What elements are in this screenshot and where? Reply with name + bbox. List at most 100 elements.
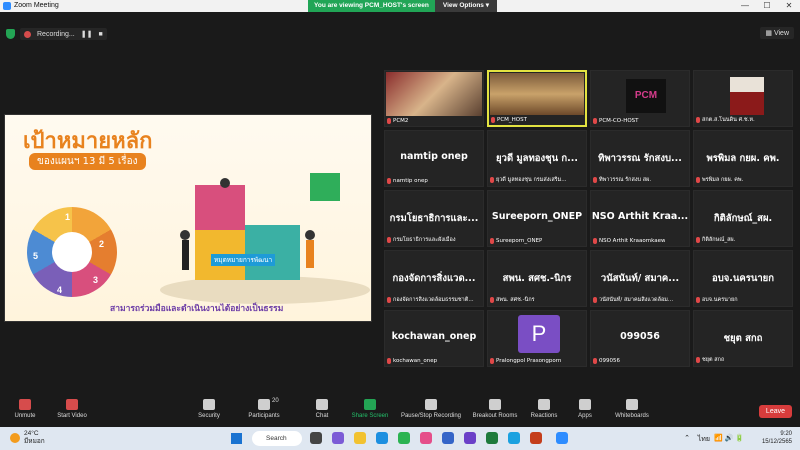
participant-tile[interactable]: PCM PCM-CO-HOST	[590, 70, 690, 127]
teams-icon[interactable]	[332, 432, 344, 444]
maximize-icon[interactable]: ☐	[756, 0, 778, 12]
tray-chevron-icon[interactable]: ⌃	[684, 434, 690, 442]
participant-tile[interactable]: PCM2	[384, 70, 484, 127]
slide-caption: สามารถร่วมมือและดำเนินงานได้อย่างเป็นธรร…	[110, 304, 284, 314]
recording-label: Recording...	[37, 30, 75, 38]
reactions-label: Reactions	[530, 413, 558, 419]
input-language[interactable]: ไทย	[698, 434, 710, 445]
participant-name-label: ยุวดี มูลทองชุน กรมส่งเสริม...	[490, 176, 567, 184]
mic-muted-icon	[387, 237, 391, 243]
participant-name: Pralongpol Prasongporn	[496, 358, 562, 364]
apps-button[interactable]: Apps	[574, 399, 596, 419]
participant-tile[interactable]: ทิพาวรรณ รักสงบ... ทิพาวรรณ รักสงบ สผ.	[590, 130, 690, 187]
participant-tile[interactable]: กองจัดการสิ่งแวด... กองจัดการสิ่งแวดล้อมธ…	[384, 250, 484, 307]
participant-name-label: NSO Arthit Kraaomkaew	[593, 238, 665, 244]
network-volume-icons[interactable]: 📶 🔊 🔋	[714, 434, 744, 442]
participant-display-name: 099056	[620, 331, 660, 342]
participant-tile[interactable]: P Pralongpol Prasongporn	[487, 310, 587, 367]
participant-tile[interactable]: kochawan_onep kochawan_onep	[384, 310, 484, 367]
security-button[interactable]: Security	[194, 399, 224, 419]
apps-icon	[579, 399, 591, 410]
encryption-shield-icon[interactable]	[6, 29, 15, 39]
mic-muted-icon	[593, 297, 597, 303]
pause-recording-button[interactable]: Pause/Stop Recording	[398, 399, 464, 419]
participant-display-name: กองจัดการสิ่งแวด...	[392, 273, 476, 284]
participant-name-label: PCM-CO-HOST	[593, 118, 639, 124]
participant-tile[interactable]: วนัสนันท์/ สมาค... วนัสนันท์/ สมาคมสิ่งแว…	[590, 250, 690, 307]
participant-tile[interactable]: กิติลักษณ์_สผ. กิติลักษณ์_สผ.	[693, 190, 793, 247]
participant-name-label: กองจัดการสิ่งแวดล้อมธรรมชาติ...	[387, 296, 474, 304]
mic-muted-icon	[593, 118, 597, 124]
close-icon[interactable]: ✕	[778, 0, 800, 12]
breakout-rooms-button[interactable]: Breakout Rooms	[470, 399, 520, 419]
participant-name: namtip onep	[393, 178, 428, 184]
stop-recording-icon[interactable]: ■	[98, 31, 102, 38]
participant-display-name: อบจ.นครนายก	[711, 273, 774, 284]
participant-display-name: กิติลักษณ์_สผ.	[713, 213, 773, 224]
app-icon[interactable]	[420, 432, 432, 444]
whiteboards-button[interactable]: Whiteboards	[612, 399, 652, 419]
share-screen-button[interactable]: Share Screen	[350, 399, 390, 419]
mic-muted-icon	[696, 237, 700, 243]
file-explorer-icon[interactable]	[354, 432, 366, 444]
participant-tile[interactable]: ยุวดี มูลทองชุน ก... ยุวดี มูลทองชุน กรมส…	[487, 130, 587, 187]
participant-name-label: namtip onep	[387, 178, 428, 184]
view-options-button[interactable]: View Options ▾	[434, 0, 497, 12]
leave-button[interactable]: Leave	[758, 405, 792, 418]
participant-tile[interactable]: ชยุต สกถ ชยุต สกถ	[693, 310, 793, 367]
participant-name: วนัสนันท์/ สมาคมสิ่งแวดล้อม...	[599, 297, 674, 303]
app-icon[interactable]	[464, 432, 476, 444]
reactions-button[interactable]: Reactions	[528, 399, 560, 419]
mic-muted-icon	[593, 358, 597, 364]
view-button[interactable]: ▦ View	[760, 27, 794, 39]
participant-name-label: Sureeporn_ONEP	[490, 238, 542, 244]
participant-tile[interactable]: NSO Arthit Kraa... NSO Arthit Kraaomkaew	[590, 190, 690, 247]
task-view-icon[interactable]	[310, 432, 322, 444]
participant-name-label: สกต.ส.โนนดิน ศ.ช.ห.	[696, 116, 755, 124]
viewing-banner: You are viewing PCM_HOST's screen View O…	[308, 0, 497, 12]
apps-label: Apps	[578, 413, 592, 419]
weather-text: มีหมอก	[24, 438, 45, 445]
participant-tile[interactable]: namtip onep namtip onep	[384, 130, 484, 187]
participant-tile[interactable]: พรพิมล กยผ. คพ. พรพิมล กยผ. คพ.	[693, 130, 793, 187]
participant-tile[interactable]: สกต.ส.โนนดิน ศ.ช.ห.	[693, 70, 793, 127]
chrome-icon[interactable]	[398, 432, 410, 444]
start-video-button[interactable]: Start Video	[52, 399, 92, 419]
participant-name: ทิพาวรรณ รักสงบ สผ.	[599, 177, 652, 183]
app-icon[interactable]	[508, 432, 520, 444]
pause-recording-icon[interactable]: ❚❚	[81, 30, 93, 38]
excel-icon[interactable]	[486, 432, 498, 444]
zoom-taskbar-icon[interactable]	[556, 432, 568, 444]
participant-tile[interactable]: Sureeporn_ONEP Sureeporn_ONEP	[487, 190, 587, 247]
unmute-button[interactable]: Unmute	[10, 399, 40, 419]
weather-widget[interactable]: 24°C มีหมอก	[10, 430, 45, 446]
participant-tile[interactable]: อบจ.นครนายก อบจ.นครนายก	[693, 250, 793, 307]
participant-tile[interactable]: PCM_HOST	[487, 70, 587, 127]
window-title: Zoom Meeting	[14, 2, 59, 9]
taskbar-search[interactable]: Search	[252, 431, 302, 446]
wheel-number: 1	[65, 212, 71, 222]
participant-name: Sureeporn_ONEP	[496, 238, 543, 244]
powerpoint-icon[interactable]	[530, 432, 542, 444]
edge-icon[interactable]	[376, 432, 388, 444]
minimize-icon[interactable]: —	[734, 0, 756, 12]
participant-tile[interactable]: กรมโยธาธิการและ... กรมโยธาธิการและผังเมือ…	[384, 190, 484, 247]
wheel-number: 4	[57, 285, 63, 295]
participant-name-label: ทิพาวรรณ รักสงบ สผ.	[593, 176, 651, 184]
system-clock[interactable]: 9:20 15/12/2565	[762, 430, 792, 446]
participant-name: สพน. สศช.-นิกร	[496, 297, 535, 303]
participant-video	[386, 72, 482, 116]
word-icon[interactable]	[442, 432, 454, 444]
weather-temp: 24°C	[24, 430, 39, 437]
shield-icon	[203, 399, 215, 410]
chat-icon	[316, 399, 328, 410]
participant-name: PCM-CO-HOST	[599, 118, 639, 124]
participant-tile[interactable]: สพน. สศช.-นิกร สพน. สศช.-นิกร	[487, 250, 587, 307]
participants-icon	[258, 399, 270, 410]
participant-display-name: ชยุต สกถ	[723, 333, 763, 344]
participant-display-name: ทิพาวรรณ รักสงบ...	[598, 153, 682, 164]
participant-name-label: พรพิมล กยผ. คพ.	[696, 176, 743, 184]
participant-tile[interactable]: 099056 099056	[590, 310, 690, 367]
windows-start-icon[interactable]	[231, 433, 242, 444]
chat-button[interactable]: Chat	[310, 399, 334, 419]
